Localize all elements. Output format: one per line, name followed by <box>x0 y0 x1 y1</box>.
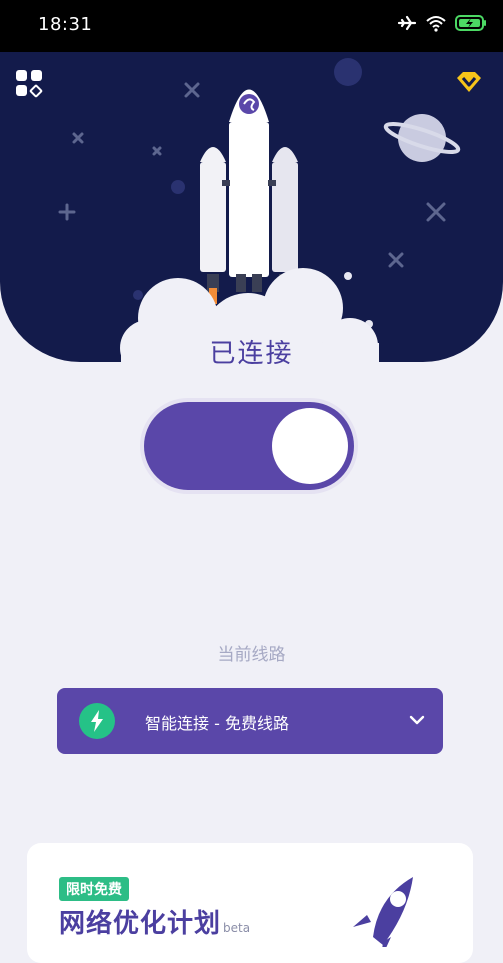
promo-title: 网络优化计划 <box>59 909 222 939</box>
vip-diamond-icon[interactable] <box>455 70 483 94</box>
promo-beta-label: beta <box>223 921 251 935</box>
toggle-knob[interactable] <box>272 408 348 484</box>
route-value: 智能连接 - 免费线路 <box>145 714 289 733</box>
apps-grid-icon[interactable] <box>14 68 44 98</box>
battery-charging-icon <box>455 15 486 31</box>
chevron-down-icon[interactable] <box>409 712 425 728</box>
rocket-icon <box>353 877 413 947</box>
route-label: 当前线路 <box>217 645 286 665</box>
status-icons <box>397 14 487 32</box>
airplane-mode-icon <box>397 15 417 31</box>
lightning-icon <box>79 703 115 739</box>
vpn-toggle[interactable] <box>144 402 354 490</box>
status-bar: 18:31 <box>0 0 503 52</box>
promo-card[interactable]: 限时免费 网络优化计划 beta <box>27 843 473 963</box>
wifi-icon <box>426 16 446 32</box>
status-time: 18:31 <box>38 14 93 35</box>
route-selector[interactable]: 智能连接 - 免费线路 <box>57 688 443 754</box>
connection-status: 已连接 <box>209 339 294 369</box>
promo-badge: 限时免费 <box>59 877 129 901</box>
